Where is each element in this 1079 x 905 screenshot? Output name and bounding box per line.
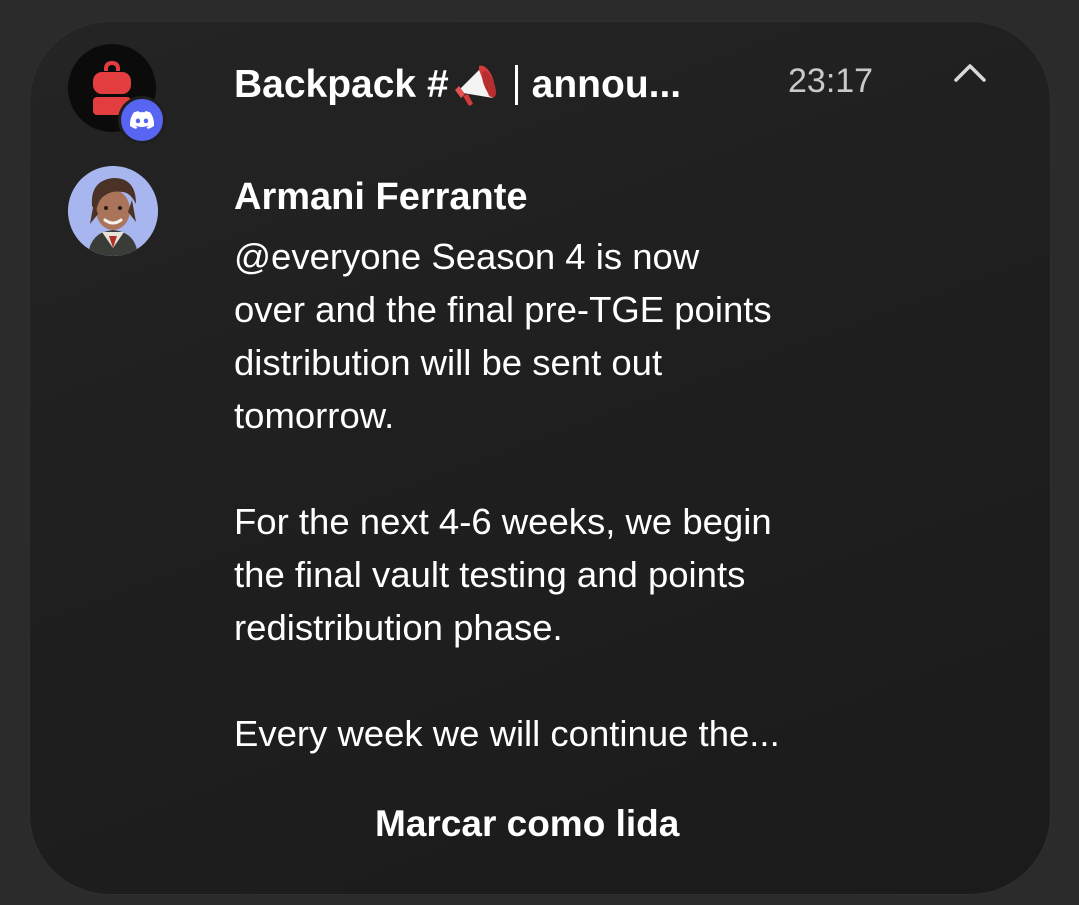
message-line: over and the final pre-TGE points: [234, 289, 772, 330]
megaphone-icon: [454, 65, 496, 106]
message-body: @everyone Season 4 is now over and the f…: [234, 230, 934, 760]
message-line: Every week we will continue the...: [234, 713, 780, 754]
message-line: tomorrow.: [234, 395, 395, 436]
message-line: distribution will be sent out: [234, 342, 663, 383]
sender-name: Armani Ferrante: [234, 176, 528, 218]
message-line: the final vault testing and points: [234, 554, 746, 595]
message-line: [234, 442, 934, 495]
channel-name: annou...: [531, 63, 682, 106]
sender-avatar: [68, 166, 158, 256]
notification-time: 23:17: [788, 62, 874, 100]
message-line: redistribution phase.: [234, 607, 563, 648]
message-line: For the next 4-6 weeks, we begin: [234, 501, 772, 542]
server-name: Backpack #: [234, 63, 449, 106]
discord-badge-icon: [118, 96, 166, 144]
title-separator: [514, 65, 518, 105]
mark-as-read-button[interactable]: Marcar como lida: [375, 803, 679, 845]
collapse-chevron-up-icon[interactable]: [950, 58, 990, 88]
message-line: @everyone Season 4 is now: [234, 236, 700, 277]
notification-title: Backpack # annou...: [234, 60, 681, 110]
message-line: [234, 654, 934, 707]
